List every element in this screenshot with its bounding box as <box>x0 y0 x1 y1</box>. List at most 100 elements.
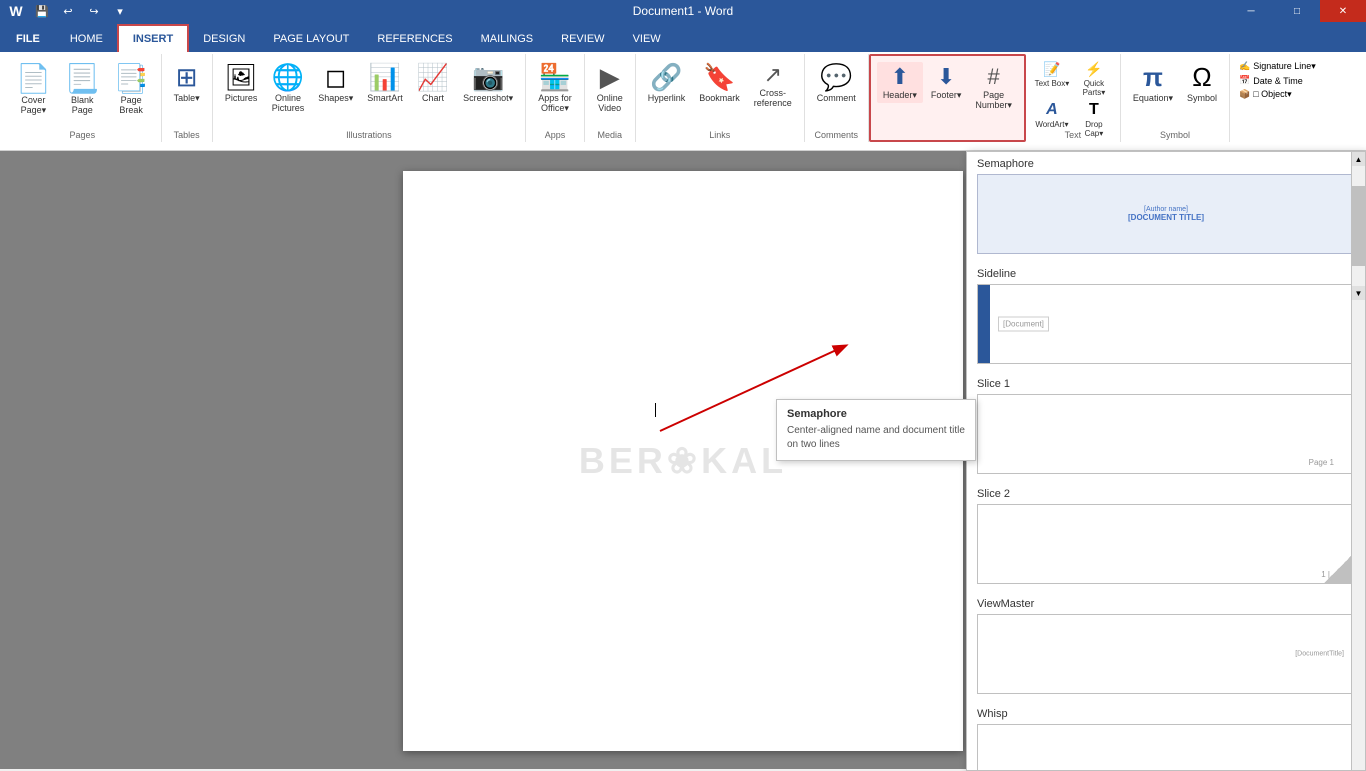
shapes-button[interactable]: ◻ Shapes▾ <box>312 60 359 106</box>
slice1-page-num: Page 1 <box>1309 458 1334 467</box>
illustrations-buttons: 🖼 Pictures 🌐 OnlinePictures ◻ Shapes▾ 📊 … <box>219 56 520 140</box>
text-box-icon: 📝 <box>1043 61 1060 78</box>
text-cursor <box>655 403 656 417</box>
bookmark-button[interactable]: 🔖 Bookmark <box>693 60 746 105</box>
scroll-down-arrow[interactable]: ▼ <box>1352 286 1365 300</box>
hyperlink-button[interactable]: 🔗 Hyperlink <box>642 60 692 105</box>
quick-parts-icon: ⚡ <box>1085 61 1102 78</box>
cross-reference-button[interactable]: ↗ Cross-reference <box>748 60 798 110</box>
blank-page-button[interactable]: 📃 BlankPage <box>59 60 106 117</box>
dropdown-item-whisp[interactable]: Whisp [Author name][Date][Document title… <box>967 702 1365 771</box>
date-time-icon: 📅 <box>1239 75 1250 86</box>
ribbon-group-links: 🔗 Hyperlink 🔖 Bookmark ↗ Cross-reference… <box>636 54 805 142</box>
cover-page-icon: 📄 <box>16 62 51 95</box>
customize-qat-button[interactable]: ▾ <box>108 0 132 22</box>
tab-mailings[interactable]: MAILINGS <box>467 26 548 52</box>
online-pictures-button[interactable]: 🌐 OnlinePictures <box>266 60 311 115</box>
chart-button[interactable]: 📈 Chart <box>411 60 455 105</box>
undo-button[interactable]: ↩ <box>56 0 80 22</box>
dropdown-item-sideline[interactable]: Sideline [Document] <box>967 262 1365 372</box>
equation-button[interactable]: π Equation▾ <box>1127 60 1179 106</box>
tab-design[interactable]: DESIGN <box>189 26 259 52</box>
quick-access-toolbar: W 💾 ↩ ↪ ▾ <box>0 0 132 22</box>
object-label: □ Object▾ <box>1253 89 1291 100</box>
comments-label: Comments <box>805 130 868 140</box>
dropdown-item-viewmaster[interactable]: ViewMaster [DocumentTitle] <box>967 592 1365 702</box>
tables-buttons: ⊞ Table▾ <box>168 56 206 140</box>
ribbon-group-header-footer: ⬆ Header▾ ⬇ Footer▾ # PageNumber▾ <box>869 54 1026 142</box>
slice2-preview: 1 | <box>977 504 1355 584</box>
pictures-button[interactable]: 🖼 Pictures <box>219 60 264 105</box>
symbols-buttons: π Equation▾ Ω Symbol <box>1127 56 1223 140</box>
ribbon-group-tables: ⊞ Table▾ Tables <box>162 54 213 142</box>
blank-page-icon: 📃 <box>65 62 100 95</box>
ribbon-group-signature: ✍ Signature Line▾ 📅 Date & Time 📦 □ Obje… <box>1230 54 1325 142</box>
slice1-label: Slice 1 <box>977 378 1355 390</box>
dropdown-item-slice2[interactable]: Slice 2 1 | <box>967 482 1365 592</box>
date-time-button[interactable]: 📅 Date & Time <box>1236 74 1319 87</box>
save-qat-button[interactable]: 💾 <box>30 0 54 22</box>
slice2-num: 1 | <box>1321 570 1330 579</box>
signature-line-label: Signature Line▾ <box>1253 61 1316 72</box>
cross-reference-icon: ↗ <box>764 62 782 88</box>
quick-parts-button[interactable]: ⚡ Quick Parts▾ <box>1074 60 1114 98</box>
text-box-button[interactable]: 📝 Text Box▾ <box>1032 60 1072 98</box>
online-pictures-icon: 🌐 <box>272 62 304 93</box>
footer-button[interactable]: ⬇ Footer▾ <box>925 62 968 103</box>
smartart-button[interactable]: 📊 SmartArt <box>361 60 409 105</box>
viewmaster-text: [DocumentTitle] <box>1295 651 1344 658</box>
header-button[interactable]: ⬆ Header▾ <box>877 62 923 103</box>
ribbon-tabs: FILE HOME INSERT DESIGN PAGE LAYOUT REFE… <box>0 22 1366 52</box>
scroll-up-arrow[interactable]: ▲ <box>1352 152 1365 166</box>
restore-button[interactable]: □ <box>1274 0 1320 22</box>
screenshot-icon: 📷 <box>472 62 504 93</box>
comment-button[interactable]: 💬 Comment <box>811 60 862 105</box>
signature-line-button[interactable]: ✍ Signature Line▾ <box>1236 60 1319 73</box>
titlebar: W 💾 ↩ ↪ ▾ Document1 - Word ─ □ ✕ <box>0 0 1366 22</box>
page-number-button[interactable]: # PageNumber▾ <box>969 62 1018 113</box>
tab-page-layout[interactable]: PAGE LAYOUT <box>259 26 363 52</box>
apps-for-office-button[interactable]: 🏪 Apps forOffice▾ <box>532 60 578 116</box>
ribbon-group-illustrations: 🖼 Pictures 🌐 OnlinePictures ◻ Shapes▾ 📊 … <box>213 54 527 142</box>
semaphore-preview-text: [Author name] [DOCUMENT TITLE] <box>1128 206 1204 222</box>
ribbon-content: 📄 CoverPage▾ 📃 BlankPage 📑 PageBreak Pag… <box>0 52 1366 150</box>
tab-review[interactable]: REVIEW <box>547 26 618 52</box>
pages-buttons: 📄 CoverPage▾ 📃 BlankPage 📑 PageBreak <box>10 56 155 140</box>
scroll-thumb[interactable] <box>1352 186 1365 266</box>
symbol-icon: Ω <box>1192 62 1211 93</box>
illustrations-label: Illustrations <box>213 130 526 140</box>
drop-cap-icon: T <box>1089 101 1099 119</box>
redo-button[interactable]: ↪ <box>82 0 106 22</box>
sideline-preview: [Document] <box>977 284 1355 364</box>
screenshot-button[interactable]: 📷 Screenshot▾ <box>457 60 519 106</box>
tab-home[interactable]: HOME <box>56 26 117 52</box>
table-button[interactable]: ⊞ Table▾ <box>168 60 206 106</box>
tables-label: Tables <box>162 130 212 140</box>
dropdown-item-slice1[interactable]: Slice 1 Page 1 <box>967 372 1365 482</box>
pictures-icon: 🖼 <box>225 62 258 93</box>
hyperlink-icon: 🔗 <box>650 62 682 93</box>
tab-file[interactable]: FILE <box>0 26 56 52</box>
chart-icon: 📈 <box>417 62 449 93</box>
online-video-button[interactable]: ▶ OnlineVideo <box>591 60 629 115</box>
tab-view[interactable]: VIEW <box>619 26 675 52</box>
header-dropdown-panel: Semaphore [Author name] [DOCUMENT TITLE]… <box>966 151 1366 771</box>
ribbon-group-comments: 💬 Comment Comments <box>805 54 869 142</box>
symbol-button[interactable]: Ω Symbol <box>1181 60 1223 105</box>
dropdown-scrollbar[interactable]: ▲ ▼ <box>1351 152 1365 770</box>
signature-line-icon: ✍ <box>1239 61 1250 72</box>
page-break-button[interactable]: 📑 PageBreak <box>108 60 155 117</box>
cover-page-button[interactable]: 📄 CoverPage▾ <box>10 60 57 118</box>
tab-references[interactable]: REFERENCES <box>363 26 466 52</box>
text-label: Text <box>1026 130 1120 140</box>
media-buttons: ▶ OnlineVideo <box>591 56 629 140</box>
ribbon-group-symbols: π Equation▾ Ω Symbol Symbol <box>1121 54 1230 142</box>
slice2-label: Slice 2 <box>977 488 1355 500</box>
minimize-button[interactable]: ─ <box>1228 0 1274 22</box>
sideline-text: [Document] <box>998 317 1049 332</box>
tab-insert[interactable]: INSERT <box>117 24 189 52</box>
header-footer-buttons: ⬆ Header▾ ⬇ Footer▾ # PageNumber▾ <box>877 58 1018 138</box>
dropdown-item-semaphore[interactable]: Semaphore [Author name] [DOCUMENT TITLE] <box>967 152 1365 262</box>
object-button[interactable]: 📦 □ Object▾ <box>1236 88 1319 101</box>
close-button[interactable]: ✕ <box>1320 0 1366 22</box>
